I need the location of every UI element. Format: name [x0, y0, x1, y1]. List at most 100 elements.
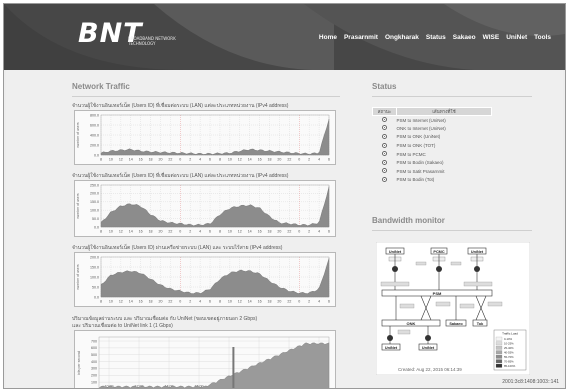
x-tick-label: 0: [298, 230, 300, 234]
traffic-chart-3[interactable]: number of users 200.0 150.0 100.0 50.0 0.0 8 10…: [74, 252, 336, 307]
x-tick-label: 16: [258, 230, 262, 234]
nav-tools[interactable]: Tools: [534, 34, 551, 41]
legend-item: 85-100%: [504, 364, 516, 368]
status-divider: [372, 96, 532, 97]
x-tick-label: 0: [298, 300, 300, 304]
x-tick-label: 6: [328, 158, 330, 162]
x-tick-label: 2: [308, 300, 310, 304]
nav-sakaeo[interactable]: Sakaeo: [453, 34, 476, 41]
x-tick-label: 14: [248, 158, 252, 162]
nav-status[interactable]: Status: [426, 34, 446, 41]
bandwidth-divider: [372, 230, 532, 231]
status-route-label: PSM to Bodin (Tot): [396, 177, 435, 183]
x-tick-label: 6: [328, 230, 330, 234]
node-pcmc[interactable]: PCMC: [433, 250, 444, 254]
x-tick-label: 16: [258, 300, 262, 304]
x-tick-label: 4: [318, 230, 320, 234]
x-tick-label: 18: [149, 158, 153, 162]
traffic-chart-2[interactable]: number of users 250.0 200.0 150.0 100.0 50.0 0…: [74, 180, 336, 237]
bandwidth-chart-svg: bits per second70060050040030020010010:0…: [77, 336, 330, 388]
traffic-chart-2-svg: number of users250.0200.0150.0100.050.00…: [76, 183, 330, 234]
network-traffic-title: Network Traffic: [72, 82, 130, 91]
traffic-area: [100, 119, 330, 156]
x-tick-label: 10: [228, 158, 232, 162]
traffic-chart-1-svg: number of users800.0600.0400.0200.00.08 1…: [76, 113, 330, 162]
x-tick-label: 2: [308, 158, 310, 162]
x-tick-label: 10: [228, 230, 232, 234]
bandwidth-topology-diagram[interactable]: UniNet PCMC UniNet PSM ONK Sakaeo Tok Un…: [376, 242, 530, 375]
y-tick-label: 200.0: [90, 143, 99, 147]
x-tick-label: 8: [219, 158, 221, 162]
node-onk[interactable]: ONK: [407, 321, 416, 326]
x-tick-label: 14: [129, 158, 133, 162]
status-col-header: สถานะ: [372, 107, 397, 116]
nav-prasarnmit[interactable]: Prasarnmit: [344, 34, 378, 41]
nav-ongkharak[interactable]: Ongkharak: [385, 34, 419, 41]
y-tick-label: 200.0: [90, 255, 99, 259]
bandwidth-chart[interactable]: bits per second70060050040030020010010:0…: [74, 330, 336, 388]
bandwidth-spike: [232, 347, 235, 388]
browser-frame: BNT BROADBAND NETWORK TECHNOLOGY Home Pr…: [3, 3, 566, 389]
y-tick-label: 150.0: [90, 200, 99, 204]
x-tick-label: 6: [209, 230, 211, 234]
x-tick-label: 12: [238, 158, 242, 162]
status-route-label: PSM to Bodin (Sakaeo): [396, 160, 444, 166]
traffic-area: [100, 258, 330, 298]
status-ok-icon: [382, 117, 387, 123]
status-ok-icon: [382, 176, 387, 182]
y-tick-label: 400.0: [90, 133, 99, 137]
node-uninet-1[interactable]: UniNet: [389, 250, 402, 254]
x-tick-label: 20: [277, 158, 281, 162]
nav-wise[interactable]: WISE: [483, 34, 500, 41]
y-tick-label: 300: [91, 367, 97, 371]
status-row: PSM to Satit Prasarnmit: [373, 167, 492, 176]
brand-tagline: BROADBAND NETWORK TECHNOLOGY: [128, 36, 176, 46]
status-title: Status: [372, 82, 397, 91]
y-tick-label: 250.0: [90, 183, 99, 187]
x-tick-label: 22: [168, 158, 172, 162]
x-tick-label: 16: [139, 158, 143, 162]
status-route-label: PSM to ONK (UniNet): [396, 134, 441, 140]
node-uninet-4[interactable]: UniNet: [422, 346, 435, 350]
x-tick-label: 4: [199, 300, 201, 304]
y-tick-label: 50.0: [92, 217, 99, 221]
y-tick-label: 700: [91, 339, 97, 343]
x-tick-label: 0: [298, 158, 300, 162]
y-axis-label: number of users: [76, 122, 80, 148]
x-tick-label: 12: [119, 230, 123, 234]
status-row: ONK to Internet (UniNet): [373, 124, 492, 133]
x-tick-label: 16: [258, 158, 262, 162]
legend-item: 0-10%: [504, 337, 513, 341]
status-ok-icon: [382, 168, 387, 174]
x-tick-label: 12: [238, 300, 242, 304]
status-row: PSM to PCMC: [373, 150, 492, 159]
nav-home[interactable]: Home: [319, 34, 337, 41]
x-tick-label: 0: [179, 300, 181, 304]
x-tick-label: 14: [248, 230, 252, 234]
status-row: PSM to ONK (TOT): [373, 141, 492, 150]
node-uninet-2[interactable]: UniNet: [471, 250, 484, 254]
x-tick-label: 22: [168, 300, 172, 304]
y-tick-label: 100: [91, 380, 97, 384]
status-ok-icon: [382, 125, 387, 131]
y-tick-label: 0.0: [94, 225, 99, 229]
y-tick-label: 800.0: [90, 113, 99, 117]
node-psm[interactable]: PSM: [433, 291, 442, 296]
x-tick-label: 0: [179, 230, 181, 234]
traffic-area: [100, 186, 330, 228]
node-uninet-3[interactable]: UniNet: [385, 346, 398, 350]
diagram-timestamp: Created: Aug 22, 2015 06:14:39: [398, 367, 462, 372]
node-sakaeo[interactable]: Sakaeo: [449, 322, 463, 326]
status-ok-icon: [382, 142, 387, 148]
y-axis-label: number of users: [76, 193, 80, 219]
traffic-chart-1[interactable]: number of users 800.0 600.0 400.0 200.0 0.0 8 1…: [74, 110, 336, 165]
nav-uninet[interactable]: UniNet: [506, 34, 527, 41]
y-axis-label: number of users: [76, 264, 80, 290]
x-tick-label: 8: [219, 230, 221, 234]
node-tok[interactable]: Tok: [477, 322, 484, 326]
legend-item: 10-25%: [504, 341, 514, 345]
x-tick-label: 2: [189, 158, 191, 162]
chart-2-caption: จำนวนผู้ใช้งานอินเทอร์เน็ต (Users ID) ที…: [72, 173, 289, 179]
y-tick-label: 100.0: [90, 275, 99, 279]
chart-1-caption: จำนวนผู้ใช้งานอินเทอร์เน็ต (Users ID) ที…: [72, 103, 289, 109]
